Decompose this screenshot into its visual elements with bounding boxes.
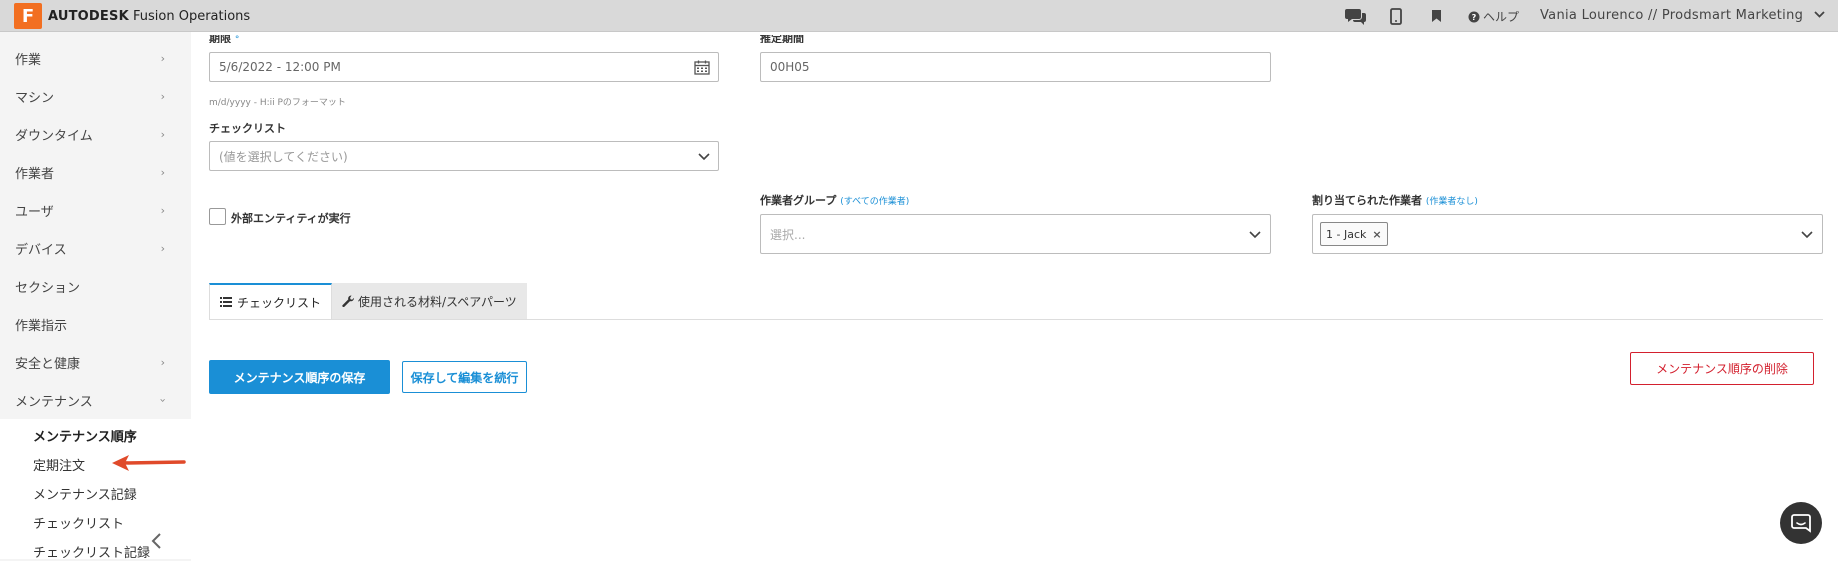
chevron-right-icon: › bbox=[160, 89, 165, 103]
tab-materials-label: 使用される材料/スペアパーツ bbox=[358, 294, 517, 309]
sidebar-item-label: 作業 bbox=[15, 52, 42, 68]
worker-group-label: 作業者グループ (すべての作業者) bbox=[760, 192, 909, 208]
svg-text:?: ? bbox=[1472, 13, 1477, 22]
sidebar-item-label: セクション bbox=[15, 280, 81, 296]
worker-group-label-text: 作業者グループ bbox=[760, 194, 837, 207]
wrench-icon bbox=[342, 295, 354, 307]
sidebar-item-downtime[interactable]: ダウンタイム › bbox=[0, 115, 191, 153]
chevron-right-icon: › bbox=[160, 51, 165, 65]
checklist-label: チェックリスト bbox=[209, 122, 286, 135]
sidebar-item-label: 作業指示 bbox=[15, 318, 68, 334]
save-maintenance-order-button[interactable]: メンテナンス順序の保存 bbox=[209, 360, 390, 394]
sidebar-item-maintenance[interactable]: メンテナンス › bbox=[0, 381, 191, 419]
sidebar-item-label: 安全と健康 bbox=[15, 356, 81, 372]
bookmark-icon[interactable] bbox=[1431, 9, 1442, 23]
chevron-right-icon: › bbox=[160, 165, 165, 179]
sidebar-item-label: マシン bbox=[15, 90, 55, 106]
chevron-down-icon bbox=[1249, 231, 1261, 239]
chevron-down-icon bbox=[1801, 231, 1813, 239]
fusion-logo-icon: F bbox=[14, 3, 42, 29]
worker-group-select[interactable]: 選択... bbox=[760, 214, 1271, 254]
sidebar: 作業 › マシン › ダウンタイム › 作業者 › ユーザ › デバイス › セクション 作… bbox=[0, 32, 191, 561]
calendar-icon[interactable] bbox=[694, 60, 710, 75]
chevron-right-icon: › bbox=[160, 127, 165, 141]
delete-maintenance-order-button[interactable]: メンテナンス順序の削除 bbox=[1630, 352, 1814, 385]
sidebar-item-label: ダウンタイム bbox=[15, 128, 93, 144]
chevron-down-icon bbox=[698, 153, 710, 161]
tabs-divider bbox=[209, 319, 1823, 320]
sidebar-subitem-maintenance-orders[interactable]: メンテナンス順序 bbox=[33, 426, 137, 445]
assigned-worker-select[interactable] bbox=[1312, 214, 1823, 254]
date-input[interactable]: 5/6/2022 - 12:00 PM bbox=[209, 52, 719, 82]
chat-bubble-icon bbox=[1791, 514, 1811, 533]
chevron-down-icon bbox=[1813, 11, 1825, 18]
chevron-right-icon: › bbox=[160, 203, 165, 217]
annotation-arrow-icon bbox=[112, 455, 186, 471]
sidebar-item-label: ユーザ bbox=[15, 204, 54, 220]
user-menu[interactable]: Vania Lourenco // Prodsmart Marketing bbox=[1540, 8, 1825, 23]
question-circle-icon: ? bbox=[1468, 11, 1480, 22]
sidebar-item-machines[interactable]: マシン › bbox=[0, 77, 191, 115]
top-bar: F AUTODESK Fusion Operations ? ヘルプ Vania… bbox=[0, 0, 1838, 32]
sidebar-item-sections[interactable]: セクション bbox=[0, 267, 191, 305]
checklist-select-placeholder: (値を選択してください) bbox=[219, 149, 348, 164]
checklist-select[interactable]: (値を選択してください) bbox=[209, 141, 719, 171]
sidebar-item-workers[interactable]: 作業者 › bbox=[0, 153, 191, 191]
date-format-hint: m/d/yyyy - H:ii Pのフォーマット bbox=[209, 98, 346, 108]
external-entity-label: 外部エンティティが実行 bbox=[231, 212, 351, 225]
brand[interactable]: F AUTODESK Fusion Operations bbox=[14, 3, 250, 29]
help-label: ヘルプ bbox=[1483, 10, 1520, 24]
sidebar-subitem-checklists[interactable]: チェックリスト bbox=[33, 513, 124, 532]
sidebar-item-devices[interactable]: デバイス › bbox=[0, 229, 191, 267]
assigned-worker-tag-label: 1 - Jack bbox=[1326, 227, 1367, 241]
assigned-worker-label-text: 割り当てられた作業者 bbox=[1312, 194, 1422, 207]
assigned-worker-tag[interactable]: 1 - Jack × bbox=[1320, 222, 1388, 246]
chevron-right-icon: › bbox=[160, 355, 165, 369]
estimate-duration-input[interactable]: 00H05 bbox=[760, 52, 1271, 82]
tab-checklist-label: チェックリスト bbox=[237, 295, 322, 310]
sidebar-item-work-instructions[interactable]: 作業指示 bbox=[0, 305, 191, 343]
sidebar-subitem-recurring-orders[interactable]: 定期注文 bbox=[33, 455, 85, 474]
chat-launcher-button[interactable] bbox=[1780, 502, 1822, 544]
tab-materials[interactable]: 使用される材料/スペアパーツ bbox=[332, 283, 527, 319]
user-label: Vania Lourenco // Prodsmart Marketing bbox=[1540, 8, 1804, 23]
external-entity-checkbox[interactable] bbox=[209, 208, 226, 225]
sidebar-item-users[interactable]: ユーザ › bbox=[0, 191, 191, 229]
sidebar-item-label: 作業者 bbox=[15, 166, 55, 182]
mobile-icon[interactable] bbox=[1390, 8, 1402, 25]
sidebar-subitem-maintenance-records[interactable]: メンテナンス記録 bbox=[33, 484, 137, 503]
assigned-worker-none-link[interactable]: (作業者なし) bbox=[1426, 197, 1478, 207]
date-label-marker: ° bbox=[234, 35, 240, 43]
sidebar-item-label: メンテナンス bbox=[15, 394, 93, 410]
brand-name-rest: Fusion Operations bbox=[128, 8, 251, 24]
sidebar-item-tasks[interactable]: 作業 › bbox=[0, 39, 191, 77]
worker-group-all-link[interactable]: (すべての作業者) bbox=[840, 197, 909, 207]
save-and-continue-button[interactable]: 保存して編集を続行 bbox=[402, 361, 527, 393]
chevron-down-icon: › bbox=[156, 397, 170, 403]
chevron-right-icon: › bbox=[160, 241, 165, 255]
chat-icon[interactable] bbox=[1345, 7, 1367, 25]
remove-tag-icon[interactable]: × bbox=[1372, 228, 1381, 241]
worker-group-placeholder: 選択... bbox=[770, 227, 806, 242]
assigned-worker-label: 割り当てられた作業者 (作業者なし) bbox=[1312, 192, 1478, 208]
collapse-sidebar-icon[interactable] bbox=[150, 532, 164, 550]
brand-name: AUTODESK Fusion Operations bbox=[48, 9, 250, 24]
help-link[interactable]: ? ヘルプ bbox=[1468, 8, 1519, 25]
sidebar-subitem-checklist-records[interactable]: チェックリスト記録 bbox=[33, 542, 150, 561]
tab-checklist[interactable]: チェックリスト bbox=[209, 283, 333, 319]
brand-name-bold: AUTODESK bbox=[48, 8, 129, 24]
sidebar-item-safety[interactable]: 安全と健康 › bbox=[0, 343, 191, 381]
list-icon bbox=[220, 297, 232, 307]
date-input-value: 5/6/2022 - 12:00 PM bbox=[219, 60, 341, 74]
sidebar-item-label: デバイス bbox=[15, 242, 67, 258]
date-label-text: 期限 bbox=[209, 32, 231, 43]
estimate-duration-value: 00H05 bbox=[770, 60, 810, 74]
